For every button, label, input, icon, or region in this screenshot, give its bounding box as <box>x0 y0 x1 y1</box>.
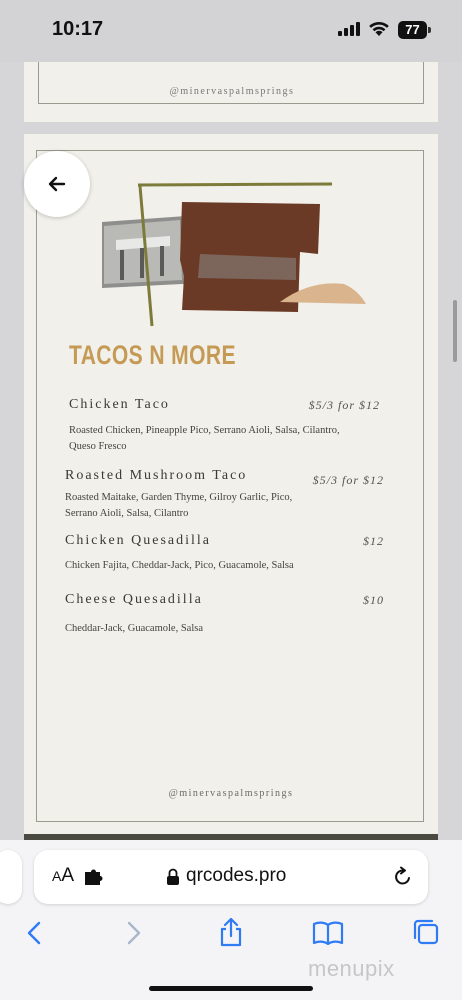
url-text[interactable]: qrcodes.pro <box>186 865 286 887</box>
battery-level: 77 <box>398 21 427 39</box>
previous-menu-page: @minervaspalmsprings <box>24 62 438 122</box>
menu-item-description: Cheddar-Jack, Guacamole, Salsa <box>65 621 203 637</box>
menu-item-description-line: Roasted Chicken, Pineapple Pico, Serrano… <box>69 425 340 436</box>
share-icon[interactable] <box>218 916 244 948</box>
tabs-icon[interactable] <box>412 918 440 946</box>
menu-item-description: Chicken Fajita, Cheddar-Jack, Pico, Guac… <box>65 558 294 574</box>
reload-icon[interactable] <box>392 866 414 888</box>
previous-tab-peek[interactable] <box>0 850 22 904</box>
aa-small-letter: A <box>52 868 62 884</box>
scrollbar[interactable] <box>453 300 457 362</box>
menu-item-name: Cheese Quesadilla <box>65 592 203 607</box>
menu-item-description-line: Chicken Fajita, Cheddar-Jack, Pico, Guac… <box>65 560 294 571</box>
menu-page: TACOS N MORE Chicken Taco $5/3 for $12 R… <box>24 134 438 840</box>
lock-icon <box>167 868 179 885</box>
aa-big-letter: A <box>61 865 75 886</box>
home-indicator[interactable] <box>149 986 313 991</box>
battery-cap <box>428 27 431 33</box>
menu-page-handle: @minervaspalmsprings <box>168 788 294 799</box>
extension-icon[interactable] <box>84 868 104 886</box>
menu-item-description-line: Queso Fresco <box>69 441 127 452</box>
menu-item-description: Roasted Maitake, Garden Thyme, Gilroy Ga… <box>65 490 292 522</box>
menu-item-name: Chicken Taco <box>69 397 170 412</box>
section-title: TACOS N MORE <box>69 340 236 370</box>
previous-page-frame: @minervaspalmsprings <box>38 62 424 104</box>
menu-item-price: $5/3 for $12 <box>312 473 384 487</box>
book-icon[interactable] <box>312 920 344 946</box>
menu-item-price: $12 <box>363 534 384 548</box>
previous-page-handle: @minervaspalmsprings <box>169 86 295 97</box>
menu-item-name: Roasted Mushroom Taco <box>65 468 248 483</box>
menu-item-name: Chicken Quesadilla <box>65 533 212 548</box>
cellular-signal-icon <box>338 22 360 36</box>
restaurant-photo-collage <box>102 182 366 327</box>
battery-icon: 77 <box>398 21 431 39</box>
wifi-icon <box>369 21 389 36</box>
menu-item-description: Roasted Chicken, Pineapple Pico, Serrano… <box>69 423 340 455</box>
watermark-text: menupix <box>308 956 395 981</box>
status-time: 10:17 <box>52 18 104 40</box>
menu-item-description-line: Cheddar-Jack, Guacamole, Salsa <box>65 623 203 634</box>
chevron-right-icon[interactable] <box>124 920 144 946</box>
status-bar: 10:17 77 <box>0 0 462 62</box>
back-button[interactable] <box>24 151 90 217</box>
menu-item-price: $10 <box>363 593 384 607</box>
back-arrow-icon <box>48 176 66 192</box>
reader-settings-button[interactable]: AA <box>52 865 74 887</box>
chevron-left-icon[interactable] <box>24 920 44 946</box>
menu-item-description-line: Serrano Aioli, Salsa, Cilantro <box>65 508 189 519</box>
menu-item-price: $5/3 for $12 <box>308 398 380 412</box>
browser-toolbar: AA qrcodes.pro menupix <box>0 840 462 1000</box>
menu-item-description-line: Roasted Maitake, Garden Thyme, Gilroy Ga… <box>65 492 293 503</box>
address-bar[interactable]: AA qrcodes.pro <box>34 850 428 904</box>
